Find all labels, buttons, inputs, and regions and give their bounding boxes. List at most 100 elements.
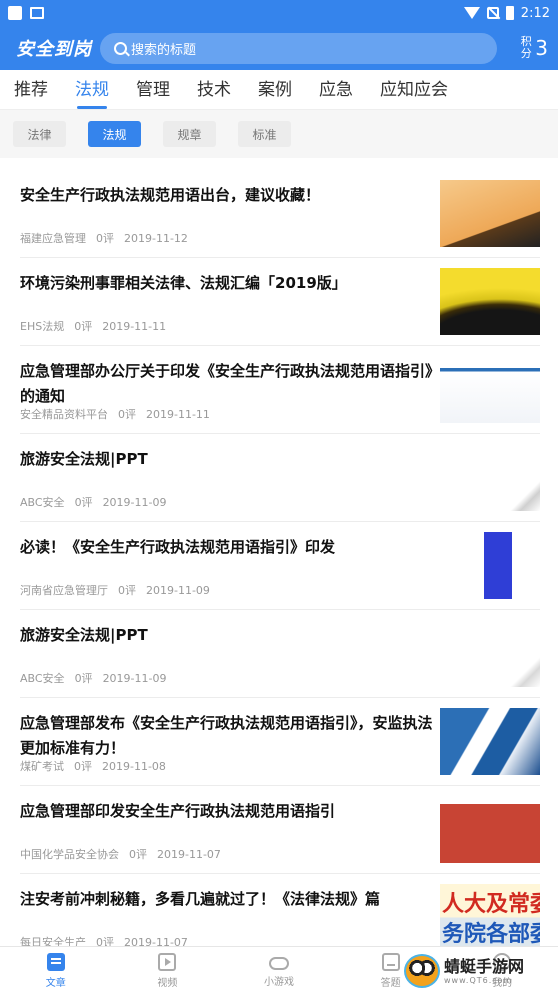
article-icon <box>46 952 65 971</box>
article-title: 旅游安全法规|PPT <box>20 626 148 644</box>
article-item[interactable]: 注安考前冲刺秘籍，多看几遍就过了！《法律法规》篇 每日安全生产 0评 2019-11… <box>20 874 540 946</box>
article-title: 应急管理部印发安全生产行政执法规范用语指引 <box>20 802 336 820</box>
notification-icon <box>8 6 22 20</box>
article-source: 安全精品资料平台 <box>20 408 108 421</box>
points-label: 积分 <box>520 35 532 60</box>
article-item[interactable]: 环境污染刑事罪相关法律、法规汇编「2019版」 EHS法规 0评 2019-11-1… <box>20 258 540 346</box>
video-icon <box>158 952 177 971</box>
nav-label: 答题 <box>380 977 401 989</box>
article-comments: 0评 <box>129 848 147 861</box>
app-root: 2:12 安全到岗 搜索的标题 积分 3 推荐 法规 管理 技术 案例 应急 应… <box>0 0 558 994</box>
article-source: 中国化学品安全协会 <box>20 848 119 861</box>
article-thumbnail <box>440 444 540 511</box>
article-source: ABC安全 <box>20 496 65 509</box>
points-value: 3 <box>535 36 548 60</box>
search-icon <box>114 41 127 55</box>
article-source: 煤矿考试 <box>20 760 64 773</box>
article-title: 环境污染刑事罪相关法律、法规汇编「2019版」 <box>20 274 347 292</box>
points-button[interactable]: 积分 3 <box>520 35 548 61</box>
article-title: 应急管理部办公厅关于印发《安全生产行政执法规范用语指引》的通知 <box>20 362 433 405</box>
article-meta: 河南省应急管理厅 0评 2019-11-09 <box>20 582 220 598</box>
article-date: 2019-11-07 <box>157 848 221 861</box>
chip-rules[interactable]: 规章 <box>163 121 216 147</box>
article-thumbnail <box>440 708 540 775</box>
article-source: 河南省应急管理厅 <box>20 584 108 597</box>
article-meta: ABC安全 0评 2019-11-09 <box>20 670 177 686</box>
tab-emergency[interactable]: 应急 <box>319 70 353 110</box>
subcategory-chips: 法律 法规 规章 标准 <box>0 110 558 158</box>
watermark-title: 蜻蜓手游网 <box>444 956 525 976</box>
nav-article[interactable]: 文章 <box>0 947 112 994</box>
article-date: 2019-11-11 <box>102 320 167 333</box>
tab-management[interactable]: 管理 <box>136 70 170 110</box>
nav-game[interactable]: 小游戏 <box>223 947 335 994</box>
nav-label: 视频 <box>157 977 178 989</box>
app-header: 安全到岗 搜索的标题 积分 3 <box>0 26 558 70</box>
nav-video[interactable]: 视频 <box>112 947 224 994</box>
chip-regulation[interactable]: 法规 <box>88 121 141 147</box>
article-meta: 安全精品资料平台 0评 2019-11-11 <box>20 406 220 422</box>
nav-label: 小游戏 <box>263 977 294 988</box>
status-time: 2:12 <box>520 5 550 21</box>
tab-recommend[interactable]: 推荐 <box>14 70 48 110</box>
article-date: 2019-11-11 <box>146 408 210 421</box>
article-thumbnail <box>440 796 540 863</box>
article-thumbnail <box>440 180 540 247</box>
article-meta: ABC安全 0评 2019-11-09 <box>20 494 177 510</box>
tab-must-know[interactable]: 应知应会 <box>380 70 448 110</box>
article-item[interactable]: 安全生产行政执法规范用语出台，建议收藏！ 福建应急管理 0评 2019-11-12 <box>20 170 540 258</box>
article-source: 福建应急管理 <box>20 232 86 245</box>
tab-technology[interactable]: 技术 <box>197 70 231 110</box>
article-date: 2019-11-09 <box>102 672 167 685</box>
article-source: EHS法规 <box>20 320 65 333</box>
article-title: 应急管理部发布《安全生产行政执法规范用语指引》，安监执法更加标准有力！ <box>20 714 433 757</box>
tab-regulations[interactable]: 法规 <box>75 70 109 110</box>
article-list: 安全生产行政执法规范用语出台，建议收藏！ 福建应急管理 0评 2019-11-12 … <box>0 158 558 946</box>
article-item[interactable]: 旅游安全法规|PPT ABC安全 0评 2019-11-09 <box>20 434 540 522</box>
article-comments: 0评 <box>74 496 93 509</box>
article-date: 2019-11-09 <box>146 584 210 597</box>
category-tabs: 推荐 法规 管理 技术 案例 应急 应知应会 <box>0 70 558 110</box>
thumbnail-text: 人大及常委 <box>442 892 540 917</box>
article-source: 每日安全生产 <box>20 936 86 946</box>
article-thumbnail <box>440 620 540 687</box>
article-item[interactable]: 旅游安全法规|PPT ABC安全 0评 2019-11-09 <box>20 610 540 698</box>
article-comments: 0评 <box>74 672 93 685</box>
article-source: ABC安全 <box>20 672 65 685</box>
article-comments: 0评 <box>74 760 92 773</box>
article-meta: 福建应急管理 0评 2019-11-12 <box>20 230 198 246</box>
wifi-icon <box>463 7 480 19</box>
chip-law[interactable]: 法律 <box>13 121 66 147</box>
quiz-icon <box>381 952 400 971</box>
article-item[interactable]: 应急管理部发布《安全生产行政执法规范用语指引》，安监执法更加标准有力！ 煤矿考试… <box>20 698 540 786</box>
search-placeholder: 搜索的标题 <box>131 42 197 58</box>
article-item[interactable]: 应急管理部印发安全生产行政执法规范用语指引 中国化学品安全协会 0评 2019-11… <box>20 786 540 874</box>
article-comments: 0评 <box>118 584 136 597</box>
article-item[interactable]: 必读！《安全生产行政执法规范用语指引》印发 河南省应急管理厅 0评 2019-11-… <box>20 522 540 610</box>
article-comments: 0评 <box>118 408 136 421</box>
article-meta: 煤矿考试 0评 2019-11-08 <box>20 758 176 774</box>
article-meta: EHS法规 0评 2019-11-11 <box>20 318 176 334</box>
article-thumbnail <box>440 356 540 423</box>
image-notification-icon <box>30 7 44 19</box>
no-signal-icon <box>486 7 499 19</box>
article-title: 注安考前冲刺秘籍，多看几遍就过了！《法律法规》篇 <box>20 890 381 908</box>
watermark-url: www.QT6.com <box>444 975 513 985</box>
article-title: 旅游安全法规|PPT <box>20 450 148 468</box>
article-date: 2019-11-12 <box>124 232 188 245</box>
article-item[interactable]: 应急管理部办公厅关于印发《安全生产行政执法规范用语指引》的通知 安全精品资料平台… <box>20 346 540 434</box>
status-bar: 2:12 <box>0 0 558 26</box>
app-logo: 安全到岗 <box>16 39 92 60</box>
article-thumbnail <box>440 268 540 335</box>
dragonfly-logo-icon <box>404 954 440 988</box>
article-thumbnail <box>440 532 540 599</box>
article-date: 2019-11-09 <box>102 496 167 509</box>
article-meta: 中国化学品安全协会 0评 2019-11-07 <box>20 846 231 862</box>
search-input[interactable]: 搜索的标题 <box>100 32 497 64</box>
watermark: 蜻蜓手游网 www.QT6.com <box>404 950 554 992</box>
article-title: 必读！《安全生产行政执法规范用语指引》印发 <box>20 538 336 556</box>
chip-standard[interactable]: 标准 <box>238 121 291 147</box>
article-comments: 0评 <box>96 232 114 245</box>
tab-cases[interactable]: 案例 <box>258 70 292 110</box>
article-meta: 每日安全生产 0评 2019-11-07 <box>20 934 198 946</box>
